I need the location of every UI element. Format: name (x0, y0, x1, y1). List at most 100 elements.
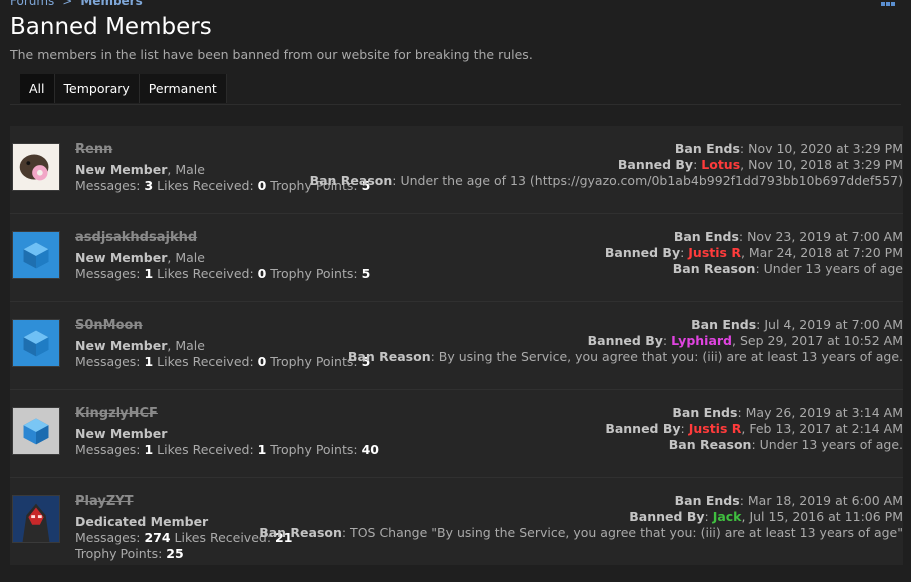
member-stats: Messages: 1 Likes Received: 0 Trophy Poi… (75, 266, 370, 282)
banned-member-row: PlayZYT Dedicated Member Messages: 274 Lik… (10, 478, 903, 565)
member-gender: Male (175, 338, 205, 353)
ban-reason-value: : Under 13 years of age (755, 261, 903, 276)
ban-details: Ban Ends: Mar 18, 2019 at 6:00 AM Banned … (259, 493, 903, 541)
banned-by-label: Banned By (629, 509, 705, 524)
messages-label: Messages: (75, 442, 145, 457)
banned-members-page: Forums > Members Banned Members The member… (0, 0, 911, 582)
ban-reason-line: Ban Reason: Under 13 years of age (605, 261, 903, 277)
member-username[interactable]: asdjsakhdsajkhd (75, 230, 370, 246)
tab-bar: All Temporary Permanent (20, 74, 227, 103)
ban-reason-label: Ban Reason (259, 525, 342, 540)
member-avatar[interactable] (12, 407, 60, 455)
page-title: Banned Members (10, 14, 212, 40)
member-rank: New Member (75, 426, 168, 441)
ban-ends-value: : Mar 18, 2019 at 6:00 AM (739, 493, 903, 508)
banned-on-date: , Nov 10, 2018 at 3:29 PM (740, 157, 903, 172)
member-avatar[interactable] (12, 319, 60, 367)
member-info: S0nMoon New Member, Male Messages: 1 Likes… (75, 318, 370, 370)
member-gender: Male (175, 250, 205, 265)
banned-member-row: Renn New Member, Male Messages: 3 Likes Re… (10, 126, 903, 214)
member-avatar[interactable] (12, 231, 60, 279)
banned-by-label: Banned By (617, 157, 694, 172)
ban-reason-value: : Under 13 years of age. (751, 437, 903, 452)
ban-reason-label: Ban Reason (309, 173, 393, 188)
member-gender: Male (175, 162, 205, 177)
ban-ends-value: : Nov 10, 2020 at 3:29 PM (739, 141, 903, 156)
member-avatar[interactable] (12, 143, 60, 191)
messages-count: 1 (144, 354, 154, 369)
banned-by-label: Banned By (604, 245, 681, 260)
ban-ends-line: Ban Ends: Nov 10, 2020 at 3:29 PM (310, 141, 903, 157)
messages-label: Messages: (75, 354, 145, 369)
member-stats: Messages: 1 Likes Received: 1 Trophy Poi… (75, 442, 379, 458)
ban-ends-label: Ban Ends (673, 229, 739, 244)
breadcrumb-members[interactable]: Members (80, 0, 142, 8)
member-rank: New Member (75, 338, 168, 353)
ban-reason-value: : By using the Service, you agree that y… (430, 349, 903, 364)
ban-reason-line: Ban Reason: Under 13 years of age. (605, 437, 903, 453)
breadcrumb-separator: > (62, 0, 73, 8)
member-stats: Messages: 1 Likes Received: 0 Trophy Poi… (75, 354, 370, 370)
messages-count: 3 (144, 178, 154, 193)
messages-count: 1 (144, 442, 154, 457)
messages-label: Messages: (75, 178, 145, 193)
ban-ends-label: Ban Ends (674, 141, 740, 156)
likes-label: Likes Received: (153, 266, 258, 281)
trophy-count: 40 (361, 442, 379, 457)
banned-by-line: Banned By: Justis R, Mar 24, 2018 at 7:2… (604, 245, 903, 260)
member-avatar[interactable] (12, 495, 60, 543)
breadcrumb: Forums > Members (10, 0, 143, 8)
ban-reason-label: Ban Reason (347, 349, 431, 364)
banned-by-user[interactable]: Justis R (689, 421, 742, 436)
likes-label: Likes Received: (153, 442, 258, 457)
ban-ends-label: Ban Ends (674, 493, 740, 508)
member-stats-2: Trophy Points: 25 (75, 546, 292, 562)
likes-label: Likes Received: (153, 178, 258, 193)
ban-ends-line: Ban Ends: Nov 23, 2019 at 7:00 AM (605, 229, 903, 245)
page-description: The members in the list have been banned… (10, 47, 533, 62)
tab-temporary[interactable]: Temporary (54, 74, 140, 103)
ban-reason-line: Ban Reason: TOS Change "By using the Ser… (259, 525, 903, 541)
banned-by-line: Banned By: Justis R, Feb 13, 2017 at 2:1… (605, 421, 903, 436)
banned-on-date: , Feb 13, 2017 at 2:14 AM (741, 421, 903, 436)
banned-by-line: Banned By: Lyphiard, Sep 29, 2017 at 10:… (587, 333, 903, 348)
member-title-line: New Member, Male (75, 338, 205, 353)
member-title-line: New Member (75, 426, 379, 442)
tab-permanent[interactable]: Permanent (139, 74, 227, 103)
divider (10, 104, 901, 105)
banned-by-line: Banned By: Lotus, Nov 10, 2018 at 3:29 P… (617, 157, 903, 172)
ban-ends-line: Ban Ends: Mar 18, 2019 at 6:00 AM (259, 493, 903, 509)
ban-details: Ban Ends: Jul 4, 2019 at 7:00 AM Banned B… (348, 317, 903, 365)
member-username[interactable]: S0nMoon (75, 318, 370, 334)
banned-on-date: , Sep 29, 2017 at 10:52 AM (732, 333, 903, 348)
ban-ends-line: Ban Ends: Jul 4, 2019 at 7:00 AM (348, 317, 903, 333)
ban-reason-line: Ban Reason: Under the age of 13 (https:/… (310, 173, 903, 189)
ban-reason-line: Ban Reason: By using the Service, you ag… (348, 349, 903, 365)
banned-by-label: Banned By (587, 333, 663, 348)
member-title-line: New Member, Male (75, 250, 205, 265)
tab-all[interactable]: All (20, 74, 55, 103)
messages-count: 1 (144, 266, 154, 281)
ban-ends-line: Ban Ends: May 26, 2019 at 3:14 AM (605, 405, 903, 421)
member-rank: Dedicated Member (75, 514, 209, 529)
banned-by-user[interactable]: Justis R (688, 245, 741, 260)
messages-label: Messages: (75, 266, 145, 281)
banned-by-user[interactable]: Jack (713, 509, 742, 524)
ban-reason-label: Ban Reason (672, 261, 756, 276)
banned-by-user[interactable]: Lotus (701, 157, 740, 172)
banned-on-date: , Jul 15, 2016 at 11:06 PM (741, 509, 904, 524)
ban-reason-value: : TOS Change "By using the Service, you … (341, 525, 903, 540)
breadcrumb-forums[interactable]: Forums (10, 0, 54, 8)
ban-details: Ban Ends: Nov 23, 2019 at 7:00 AM Banned … (605, 229, 903, 277)
likes-label: Likes Received: (153, 354, 258, 369)
banned-by-user[interactable]: Lyphiard (671, 333, 732, 348)
member-username[interactable]: KingzlyHCF (75, 406, 379, 422)
grid-menu-icon[interactable] (881, 0, 895, 6)
messages-label: Messages: (75, 530, 145, 545)
banned-member-row: asdjsakhdsajkhd New Member, Male Messages:… (10, 214, 903, 302)
trophy-label: Trophy Points: (75, 546, 167, 561)
banned-on-date: , Mar 24, 2018 at 7:20 PM (740, 245, 903, 260)
ban-ends-value: : Jul 4, 2019 at 7:00 AM (756, 317, 903, 332)
banned-member-row: S0nMoon New Member, Male Messages: 1 Likes… (10, 302, 903, 390)
trophy-label: Trophy Points: (266, 442, 362, 457)
